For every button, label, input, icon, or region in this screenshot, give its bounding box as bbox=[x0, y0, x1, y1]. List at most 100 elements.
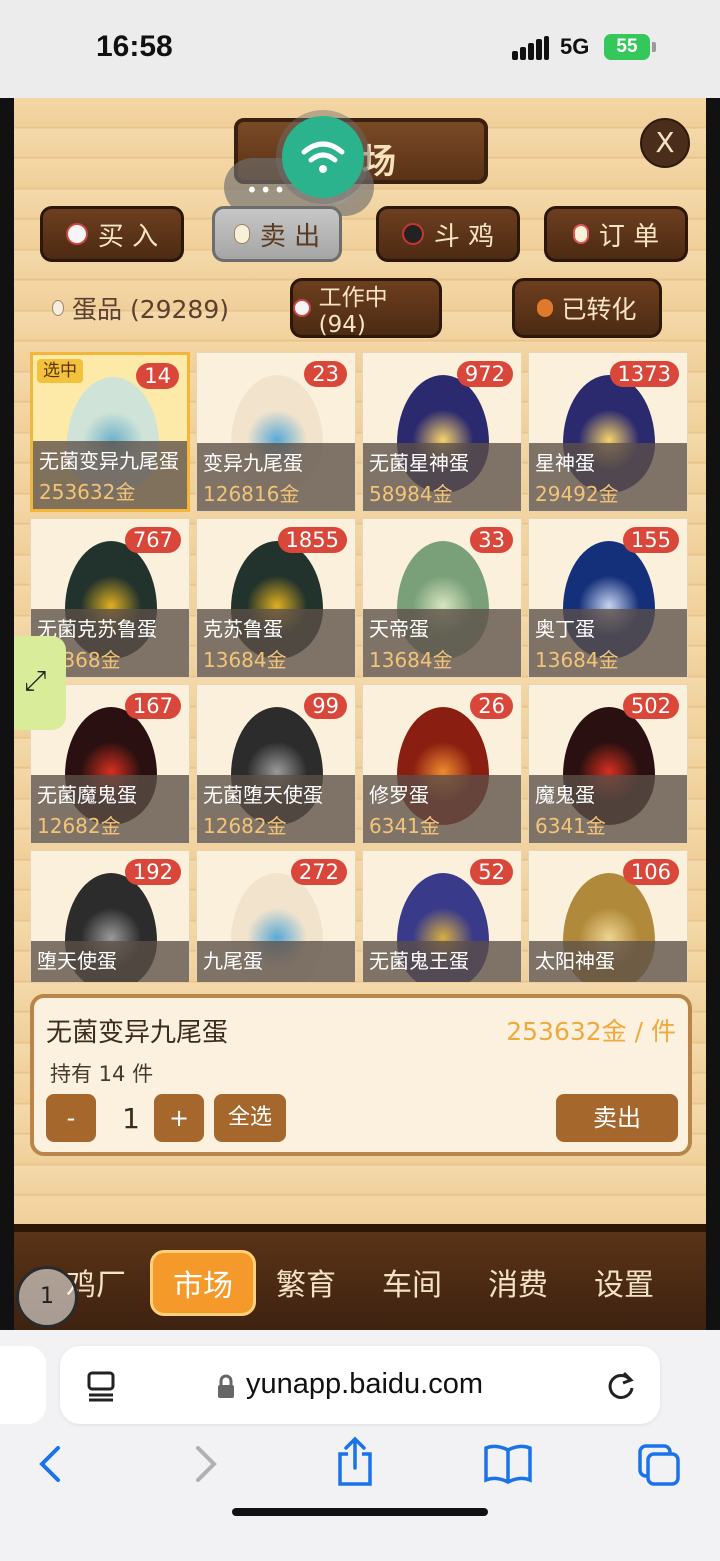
egg-price: 6341金 bbox=[535, 814, 606, 838]
egg-cell[interactable]: 23 变异九尾蛋 126816金 bbox=[196, 352, 356, 512]
reader-mode-icon[interactable] bbox=[86, 1370, 116, 1402]
egg-name: 无菌堕天使蛋 bbox=[203, 783, 323, 807]
count-badge: 192 bbox=[124, 859, 181, 885]
reload-icon[interactable] bbox=[604, 1368, 638, 1402]
tab-cockfight[interactable]: 斗 鸡 bbox=[376, 206, 520, 262]
count-badge: 167 bbox=[124, 693, 181, 719]
nav-consume[interactable]: 消费 bbox=[488, 1260, 548, 1304]
wifi-bubble-button[interactable] bbox=[282, 116, 364, 198]
expand-icon: ⤢ bbox=[24, 664, 47, 697]
count-badge: 23 bbox=[304, 361, 347, 387]
detail-panel: 无菌变异九尾蛋 253632金 / 件 持有 14 件 - 1 + 全选 卖出 bbox=[30, 994, 692, 1156]
battery-tip bbox=[652, 42, 656, 52]
egg-info: 无菌星神蛋 58984金 bbox=[363, 443, 521, 511]
detail-name: 无菌变异九尾蛋 bbox=[46, 1018, 229, 1048]
back-icon[interactable] bbox=[30, 1442, 70, 1486]
nav-settings[interactable]: 设置 bbox=[594, 1260, 654, 1304]
plus-button[interactable]: + bbox=[154, 1094, 204, 1142]
egg-name: 九尾蛋 bbox=[203, 949, 263, 973]
status-time: 16:58 bbox=[96, 30, 173, 63]
egg-info: 无菌魔鬼蛋 12682金 bbox=[31, 775, 189, 843]
right-edge bbox=[706, 98, 720, 1330]
tab-sell[interactable]: 卖 出 bbox=[212, 206, 342, 262]
egg-cell[interactable]: 26 修罗蛋 6341金 bbox=[362, 684, 522, 844]
url-text: yunapp.baidu.com bbox=[246, 1368, 483, 1400]
egg-name: 无菌魔鬼蛋 bbox=[37, 783, 137, 807]
egg-name: 堕天使蛋 bbox=[37, 949, 117, 973]
tab-orders-label: 订 单 bbox=[598, 221, 660, 252]
count-badge: 1855 bbox=[277, 527, 347, 553]
select-all-button[interactable]: 全选 bbox=[214, 1094, 286, 1142]
tab-orders[interactable]: 订 单 bbox=[544, 206, 688, 262]
selected-tag: 选中 bbox=[37, 359, 83, 383]
egg-name: 太阳神蛋 bbox=[535, 949, 615, 973]
egg-info: 星神蛋 29492金 bbox=[529, 443, 687, 511]
egg-name: 魔鬼蛋 bbox=[535, 783, 595, 807]
egg-cell[interactable]: 33 天帝蛋 13684金 bbox=[362, 518, 522, 678]
egg-price: 12682金 bbox=[37, 814, 121, 838]
crosshair-target-button[interactable]: 1 bbox=[16, 1266, 78, 1328]
egg-name: 修罗蛋 bbox=[369, 783, 429, 807]
egg-name: 变异九尾蛋 bbox=[203, 451, 303, 475]
egg-info: 修罗蛋 6341金 bbox=[363, 775, 521, 843]
share-icon[interactable] bbox=[334, 1436, 376, 1488]
filter-working[interactable]: 工作中 (94) bbox=[290, 278, 442, 338]
tab-buy[interactable]: 买 入 bbox=[40, 206, 184, 262]
expand-float-button[interactable]: ⤢ bbox=[14, 636, 66, 730]
egg-cell[interactable]: 1855 克苏鲁蛋 13684金 bbox=[196, 518, 356, 678]
count-badge: 502 bbox=[622, 693, 679, 719]
egg-order-icon bbox=[572, 224, 589, 244]
tab-buy-label: 买 入 bbox=[97, 221, 159, 252]
egg-cell[interactable]: 99 无菌堕天使蛋 12682金 bbox=[196, 684, 356, 844]
egg-cell[interactable]: 155 奥丁蛋 13684金 bbox=[528, 518, 688, 678]
filter-eggs[interactable]: 蛋品 (29289) bbox=[52, 278, 229, 338]
count-badge: 99 bbox=[304, 693, 347, 719]
nav-market[interactable]: 市场 bbox=[150, 1250, 256, 1316]
forward-icon[interactable] bbox=[186, 1442, 226, 1486]
bottom-nav: 鸡厂 市场 繁育 车间 消费 设置 bbox=[14, 1224, 706, 1330]
filter-converted[interactable]: 已转化 bbox=[512, 278, 662, 338]
egg-cell[interactable]: 972 无菌星神蛋 58984金 bbox=[362, 352, 522, 512]
egg-cell[interactable]: 272 九尾蛋 bbox=[196, 850, 356, 982]
egg-cell[interactable]: 1373 星神蛋 29492金 bbox=[528, 352, 688, 512]
sell-button[interactable]: 卖出 bbox=[556, 1094, 678, 1142]
egg-cell[interactable]: 选中 14 无菌变异九尾蛋 253632金 bbox=[30, 352, 190, 512]
egg-icon bbox=[52, 300, 64, 316]
egg-info: 克苏鲁蛋 13684金 bbox=[197, 609, 355, 677]
tabs-icon[interactable] bbox=[636, 1442, 684, 1488]
filter-converted-label: 已转化 bbox=[561, 295, 637, 324]
nav-workshop[interactable]: 车间 bbox=[382, 1260, 442, 1304]
egg-price: 13684金 bbox=[369, 648, 453, 672]
count-badge: 52 bbox=[470, 859, 513, 885]
minus-button[interactable]: - bbox=[46, 1094, 96, 1142]
egg-name: 无菌鬼王蛋 bbox=[369, 949, 469, 973]
egg-info: 九尾蛋 bbox=[197, 941, 355, 982]
signal-icon bbox=[512, 36, 549, 60]
screen: 16:58 5G 55 场 X ••• 买 入 卖 出 斗 鸡 订 单 蛋品 (… bbox=[0, 0, 720, 1561]
rooster-icon bbox=[401, 223, 424, 245]
egg-info: 无菌变异九尾蛋 253632金 bbox=[33, 441, 187, 509]
close-button[interactable]: X bbox=[640, 118, 690, 168]
egg-info: 魔鬼蛋 6341金 bbox=[529, 775, 687, 843]
bookmarks-icon[interactable] bbox=[482, 1442, 534, 1486]
address-bar[interactable]: yunapp.baidu.com bbox=[60, 1346, 660, 1424]
nav-breeding[interactable]: 繁育 bbox=[276, 1260, 336, 1304]
detail-hold: 持有 14 件 bbox=[50, 1062, 154, 1086]
quantity-value[interactable]: 1 bbox=[116, 1102, 146, 1135]
egg-info: 无菌鬼王蛋 bbox=[363, 941, 521, 982]
tab-cockfight-label: 斗 鸡 bbox=[433, 221, 495, 252]
egg-price: 253632金 bbox=[39, 480, 136, 504]
previous-tab-preview[interactable] bbox=[0, 1346, 46, 1424]
egg-cell[interactable]: 106 太阳神蛋 bbox=[528, 850, 688, 982]
count-badge: 26 bbox=[470, 693, 513, 719]
filter-working-label: 工作中 (94) bbox=[318, 285, 388, 338]
egg-cell[interactable]: 502 魔鬼蛋 6341金 bbox=[528, 684, 688, 844]
egg-price: 12682金 bbox=[203, 814, 287, 838]
egg-icon bbox=[233, 224, 250, 244]
egg-info: 无菌堕天使蛋 12682金 bbox=[197, 775, 355, 843]
network-label: 5G bbox=[560, 34, 590, 59]
egg-cell[interactable]: 192 堕天使蛋 bbox=[30, 850, 190, 982]
egg-cell[interactable]: 52 无菌鬼王蛋 bbox=[362, 850, 522, 982]
chicken-icon bbox=[293, 299, 311, 317]
egg-info: 堕天使蛋 bbox=[31, 941, 189, 982]
